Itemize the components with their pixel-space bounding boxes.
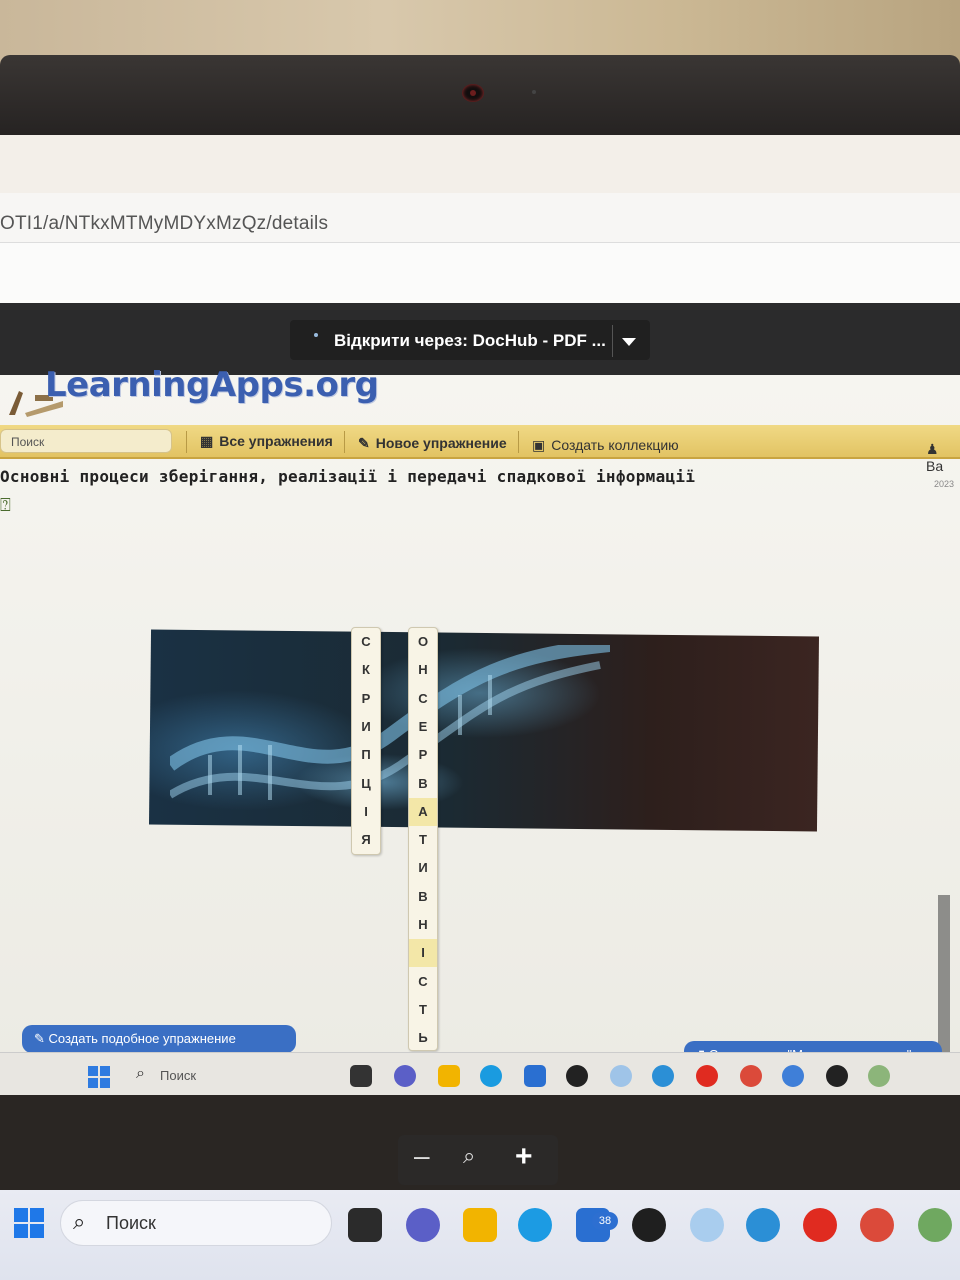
- open-with-divider: [612, 325, 613, 357]
- create-similar-button[interactable]: ✎ Создать подобное упражнение: [22, 1025, 296, 1053]
- chrome-icon[interactable]: [782, 1065, 804, 1087]
- nav-divider: [186, 431, 187, 453]
- taskbar-search-label: Поиск: [106, 1213, 156, 1233]
- chrome-icon[interactable]: [740, 1065, 762, 1087]
- crossword-cell[interactable]: С: [409, 685, 437, 713]
- nav-create-collection[interactable]: ▣ Создать коллекцию: [532, 437, 679, 454]
- inner-taskbar-search-label: Поиск: [160, 1068, 197, 1083]
- learningapps-page: LearningApps.org Поиск ▦ Все упражнения ✎…: [0, 365, 960, 1095]
- teams-icon[interactable]: [394, 1065, 416, 1087]
- chevron-down-icon[interactable]: [622, 338, 636, 346]
- taskbar-search[interactable]: ⌕ Поиск: [60, 1200, 332, 1246]
- chrome-icon[interactable]: [860, 1208, 894, 1242]
- windows-taskbar: ⌕ Поиск: [0, 1190, 960, 1280]
- date-label: 2023: [934, 479, 955, 489]
- search-icon: ⌕: [136, 1065, 145, 1082]
- site-search-placeholder: Поиск: [11, 435, 45, 449]
- crossword-cell[interactable]: Ц: [352, 770, 380, 798]
- edge-icon[interactable]: [480, 1065, 502, 1087]
- nav-divider: [344, 431, 345, 453]
- app-icon[interactable]: [610, 1065, 632, 1087]
- crossword-cell[interactable]: І: [409, 939, 437, 968]
- crossword-cell[interactable]: А: [409, 797, 437, 826]
- crossword-cell[interactable]: И: [352, 713, 380, 741]
- app-icon[interactable]: [826, 1065, 848, 1087]
- crossword-cell[interactable]: Н: [409, 656, 437, 684]
- nav-all-exercises-label: Все упражнения: [219, 433, 333, 449]
- help-icon[interactable]: ⍰: [0, 495, 11, 516]
- nav-new-exercise-label: Новое упражнение: [375, 435, 507, 451]
- app-icon[interactable]: [690, 1208, 724, 1242]
- browser-tab-strip: [0, 135, 960, 193]
- inner-windows-taskbar: ⌕ Поиск: [0, 1052, 960, 1095]
- crossword-cell[interactable]: Р: [352, 685, 380, 713]
- site-search-input[interactable]: Поиск: [0, 429, 172, 453]
- crossword-cell[interactable]: И: [409, 854, 437, 882]
- crossword-cell[interactable]: Т: [409, 826, 437, 854]
- app-icon[interactable]: [868, 1065, 890, 1087]
- webcam: [462, 84, 484, 102]
- crossword-cell[interactable]: І: [352, 798, 380, 826]
- nav-all-exercises[interactable]: ▦ Все упражнения: [200, 433, 333, 450]
- crossword-word-1[interactable]: СКРИПЦІЯ: [351, 627, 381, 855]
- inner-taskbar-search[interactable]: ⌕ Поиск: [132, 1063, 292, 1089]
- webcam-indicator: [532, 90, 536, 94]
- search-icon: ⌕: [73, 1209, 86, 1234]
- crossword-cell[interactable]: Я: [352, 826, 380, 854]
- mail-badge: 38: [592, 1212, 618, 1230]
- telegram-icon[interactable]: [746, 1208, 780, 1242]
- zoom-icon[interactable]: ⌕: [463, 1143, 475, 1169]
- nav-create-collection-label: Создать коллекцию: [551, 437, 679, 453]
- address-url[interactable]: OTI1/a/NTkxMTMyMDYxMzQz/details: [0, 213, 328, 235]
- create-similar-label: Создать подобное упражнение: [48, 1031, 236, 1046]
- crossword-cell[interactable]: С: [409, 968, 437, 996]
- app-icon[interactable]: [566, 1065, 588, 1087]
- nav-account-label: Ва: [926, 458, 944, 474]
- nav-divider: [518, 431, 519, 453]
- cursor-icon: [314, 333, 318, 337]
- crossword-cell[interactable]: Е: [409, 713, 437, 741]
- telegram-icon[interactable]: [652, 1065, 674, 1087]
- site-logo[interactable]: LearningApps.org: [45, 365, 379, 405]
- crossword-cell[interactable]: О: [409, 628, 437, 656]
- crossword-word-2[interactable]: ОНСЕРВАТИВНІСТЬ: [408, 627, 438, 1051]
- crossword-cell[interactable]: В: [409, 883, 437, 911]
- crossword-cell[interactable]: П: [352, 741, 380, 769]
- crossword-cell[interactable]: Т: [409, 996, 437, 1024]
- nav-new-exercise[interactable]: ✎ Новое упражнение: [358, 435, 507, 452]
- app-icon[interactable]: [350, 1065, 372, 1087]
- zoom-out-button[interactable]: –: [414, 1140, 430, 1172]
- pencil-icon: ✎: [358, 435, 370, 451]
- windows-start-icon[interactable]: [14, 1208, 44, 1238]
- folder-icon[interactable]: [463, 1208, 497, 1242]
- crossword-cell[interactable]: Ь: [409, 1024, 437, 1052]
- toolbar-area: [0, 243, 960, 303]
- crossword-cell[interactable]: К: [352, 656, 380, 684]
- site-navbar: Поиск ▦ Все упражнения ✎ Новое упражнение …: [0, 425, 960, 474]
- edge-icon[interactable]: [518, 1208, 552, 1242]
- nav-account[interactable]: ♟Ва: [926, 441, 960, 474]
- user-icon: ♟: [926, 441, 939, 457]
- crossword-cell[interactable]: Н: [409, 911, 437, 939]
- dna-helix-image: [170, 645, 610, 800]
- teams-icon[interactable]: [406, 1208, 440, 1242]
- collection-icon: ▣: [532, 437, 546, 453]
- crossword-cell[interactable]: Р: [409, 741, 437, 769]
- opera-icon[interactable]: [696, 1065, 718, 1087]
- crossword-cell[interactable]: В: [409, 770, 437, 798]
- folder-icon[interactable]: [438, 1065, 460, 1087]
- screen: OTI1/a/NTkxMTMyMDYxMzQz/details Відкрити…: [0, 135, 960, 1095]
- crossword-cell[interactable]: С: [352, 628, 380, 656]
- zoom-in-button[interactable]: +: [515, 1140, 533, 1174]
- windows-start-icon[interactable]: [88, 1066, 110, 1088]
- grid-icon: ▦: [200, 433, 214, 449]
- app-icon[interactable]: [348, 1208, 382, 1242]
- opera-icon[interactable]: [803, 1208, 837, 1242]
- mail-icon[interactable]: [524, 1065, 546, 1087]
- open-with-label: Відкрити через: DocHub - PDF ...: [334, 331, 606, 350]
- pencil-icon: ✎: [34, 1031, 49, 1046]
- chrome-icon[interactable]: [918, 1208, 952, 1242]
- page-title: Основні процеси зберігання, реалізації і…: [0, 467, 696, 486]
- app-icon[interactable]: [632, 1208, 666, 1242]
